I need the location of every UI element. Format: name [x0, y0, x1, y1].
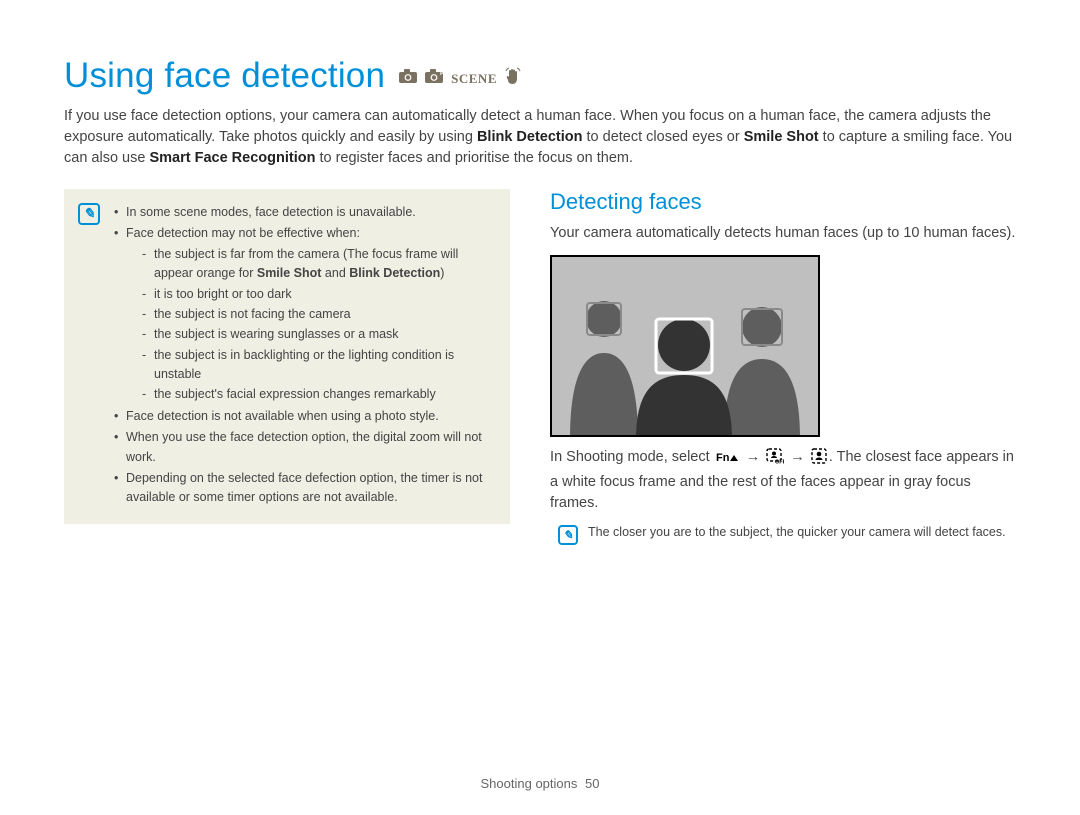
note-icon: ✎: [558, 525, 578, 545]
intro-paragraph: If you use face detection options, your …: [64, 106, 1020, 169]
note-item: Face detection is not available when usi…: [114, 407, 492, 426]
face-detect-icon: [811, 448, 827, 472]
note-subitem: the subject is wearing sunglasses or a m…: [142, 325, 492, 344]
svg-text:P: P: [440, 71, 443, 77]
section-intro: Your camera automatically detects human …: [550, 223, 1020, 245]
note-subitem: the subject is in backlighting or the li…: [142, 346, 492, 385]
section-heading: Detecting faces: [550, 189, 1020, 215]
page-footer: Shooting options 50: [0, 776, 1080, 791]
svg-text:OFF: OFF: [775, 459, 784, 464]
note-subitem: the subject is far from the camera (The …: [142, 245, 492, 284]
note-subitem: it is too bright or too dark: [142, 285, 492, 304]
note-subitem: the subject is not facing the camera: [142, 305, 492, 324]
fn-up-icon: Fn: [716, 450, 740, 472]
notes-box: ✎ In some scene modes, face detection is…: [64, 189, 510, 524]
note-icon: ✎: [78, 203, 100, 225]
svg-text:Fn: Fn: [716, 452, 730, 464]
instruction-text: In Shooting mode, select Fn → OFF → . Th…: [550, 447, 1020, 515]
face-off-icon: OFF: [766, 448, 784, 472]
camera-p-icon: P: [425, 69, 443, 88]
tip-text: The closer you are to the subject, the q…: [588, 525, 1006, 539]
viewfinder-preview: [550, 255, 820, 437]
camera-icon: [399, 69, 417, 88]
note-item: When you use the face detection option, …: [114, 428, 492, 467]
hand-icon: [505, 67, 521, 90]
note-subitem: the subject's facial expression changes …: [142, 385, 492, 404]
note-item: Face detection may not be effective when…: [114, 224, 492, 404]
note-item: In some scene modes, face detection is u…: [114, 203, 492, 222]
scene-icon: SCENE: [451, 71, 497, 87]
page-title: Using face detection: [64, 56, 385, 96]
tip-note: ✎ The closer you are to the subject, the…: [550, 525, 1020, 545]
mode-icons-row: P SCENE: [399, 67, 521, 90]
note-item: Depending on the selected face defection…: [114, 469, 492, 508]
